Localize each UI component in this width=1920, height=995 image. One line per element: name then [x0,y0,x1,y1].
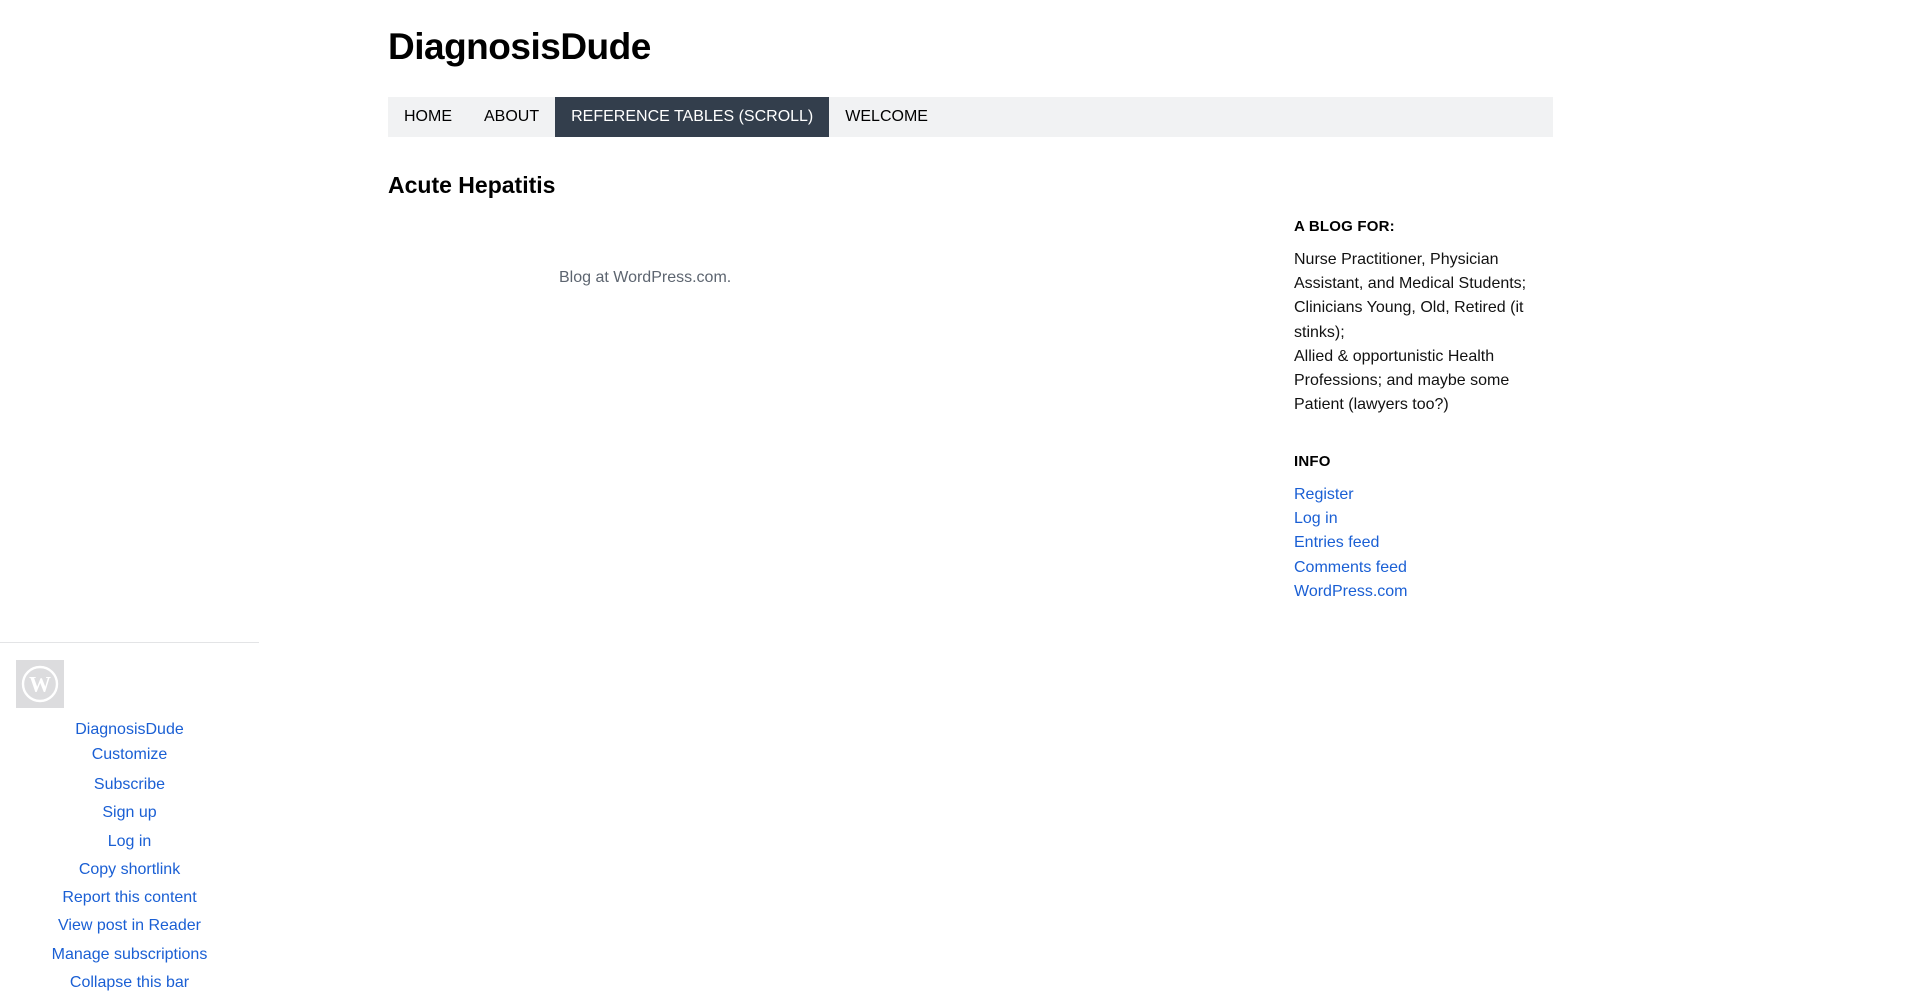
info-links: Register Log in Entries feed Comments fe… [1294,483,1554,604]
copy-shortlink-link[interactable]: Copy shortlink [0,856,259,884]
wordpress-actions-bar: W DiagnosisDude Customize Subscribe Sign… [0,642,259,991]
collapse-bar-link[interactable]: Collapse this bar [0,969,259,995]
text-line: Clinicians Young, Old, Retired (it [1294,299,1524,317]
wordpress-com-link[interactable]: WordPress.com [1294,583,1408,600]
nav-item-home[interactable]: HOME [388,97,468,137]
report-content-link[interactable]: Report this content [0,884,259,912]
nav-item-reference-tables[interactable]: REFERENCE TABLES (SCROLL) [555,97,830,137]
svg-text:W: W [29,672,51,697]
signup-link[interactable]: Sign up [0,799,259,827]
site-name-link[interactable]: DiagnosisDude [0,718,259,743]
widget-title-info: INFO [1294,453,1331,470]
text-line: Nurse Practitioner, Physician [1294,251,1499,268]
site-title[interactable]: DiagnosisDude [388,26,651,68]
register-link[interactable]: Register [1294,486,1354,503]
comments-feed-link[interactable]: Comments feed [1294,559,1407,576]
footer-credit-link[interactable]: Blog at WordPress.com. [559,269,731,287]
widget-info: INFO Register Log in Entries feed Commen… [1294,453,1554,604]
subscribe-link[interactable]: Subscribe [0,771,259,799]
view-in-reader-link[interactable]: View post in Reader [0,912,259,940]
text-line: Allied & opportunistic Health [1294,347,1495,365]
wpbar-links: DiagnosisDude Customize Subscribe Sign u… [0,718,259,995]
entries-feed-link[interactable]: Entries feed [1294,534,1379,551]
text-line: Professions; and maybe some [1294,372,1510,390]
login-link[interactable]: Log in [1294,510,1338,527]
main-navigation: HOME ABOUT REFERENCE TABLES (SCROLL) WEL… [388,97,1553,137]
manage-subscriptions-link[interactable]: Manage subscriptions [0,941,259,969]
login-link-bar[interactable]: Log in [0,828,259,856]
text-line: stinks); [1294,323,1345,341]
widget-blog-for: A BLOG FOR: Nurse Practitioner, Physicia… [1294,218,1554,417]
nav-item-about[interactable]: ABOUT [468,97,555,137]
widget-title-blog-for: A BLOG FOR: [1294,218,1395,235]
wordpress-logo-icon[interactable]: W [16,660,64,708]
customize-link[interactable]: Customize [0,743,259,768]
nav-item-welcome[interactable]: WELCOME [829,97,944,137]
widget-blog-for-text: Nurse Practitioner, Physician Assistant,… [1294,248,1554,417]
text-line: Patient (lawyers too?) [1294,396,1449,414]
text-line: Assistant, and Medical Students; [1294,275,1527,293]
post-title: Acute Hepatitis [388,172,556,198]
